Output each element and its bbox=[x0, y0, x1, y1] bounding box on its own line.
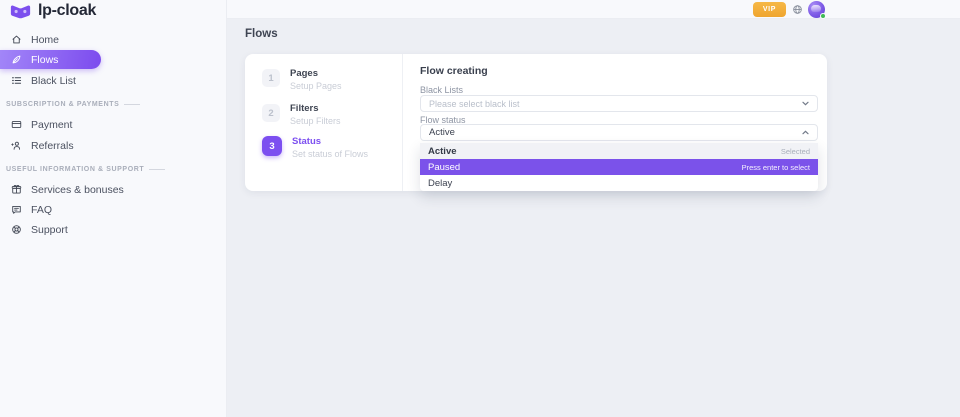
sidebar-item-home[interactable]: Home bbox=[0, 32, 200, 47]
flow-status-select[interactable]: Active bbox=[420, 124, 818, 141]
credit-card-icon bbox=[11, 119, 22, 130]
step-subtitle: Setup Pages bbox=[290, 81, 342, 91]
language-globe-button[interactable] bbox=[791, 4, 803, 16]
step-number: 3 bbox=[262, 136, 282, 156]
page-title: Flows bbox=[245, 28, 278, 40]
sidebar-section-subscription: SUBSCRIPTION & PAYMENTS bbox=[6, 101, 140, 108]
flow-status-dropdown: Active Selected Paused Press enter to se… bbox=[420, 143, 818, 191]
step-number: 2 bbox=[262, 104, 280, 122]
form-title: Flow creating bbox=[420, 65, 488, 77]
sidebar-section-support: USEFUL INFORMATION & SUPPORT bbox=[6, 166, 165, 173]
top-bar-actions: VIP bbox=[753, 1, 825, 18]
step-subtitle: Setup Filters bbox=[290, 116, 341, 126]
mask-icon bbox=[10, 4, 31, 19]
wizard-step-filters[interactable]: 2 Filters Setup Filters bbox=[262, 103, 341, 126]
lifebuoy-icon bbox=[11, 224, 22, 235]
step-number: 1 bbox=[262, 69, 280, 87]
option-label: Paused bbox=[428, 162, 460, 173]
wizard-step-status[interactable]: 3 Status Set status of Flows bbox=[262, 136, 368, 159]
sidebar-item-flows[interactable]: Flows bbox=[0, 50, 101, 69]
section-divider bbox=[124, 104, 140, 105]
user-avatar[interactable] bbox=[808, 1, 825, 18]
flow-creating-form: Flow creating Black Lists Please select … bbox=[420, 54, 818, 191]
sidebar-item-label: Services & bonuses bbox=[31, 184, 124, 196]
flow-status-value: Active bbox=[429, 127, 455, 138]
sidebar-item-label: Home bbox=[31, 34, 59, 46]
sidebar-item-referrals[interactable]: Referrals bbox=[0, 138, 200, 153]
card-divider bbox=[402, 54, 403, 191]
globe-icon bbox=[792, 4, 803, 15]
dropdown-option-active[interactable]: Active Selected bbox=[420, 143, 818, 159]
faq-icon bbox=[11, 204, 22, 215]
person-add-icon bbox=[11, 140, 22, 151]
sidebar-item-support[interactable]: Support bbox=[0, 222, 200, 237]
gift-icon bbox=[11, 184, 22, 195]
brand-name: lp-cloak bbox=[38, 2, 96, 20]
step-title: Pages bbox=[290, 68, 342, 79]
sidebar-item-label: Referrals bbox=[31, 140, 74, 152]
step-subtitle: Set status of Flows bbox=[292, 149, 368, 159]
option-hint: Press enter to select bbox=[742, 163, 810, 172]
dropdown-option-delay[interactable]: Delay bbox=[420, 175, 818, 191]
sidebar-item-label: Flows bbox=[31, 54, 58, 66]
top-bar: VIP bbox=[227, 0, 960, 19]
chevron-up-icon bbox=[802, 130, 809, 135]
sidebar-item-services-bonuses[interactable]: Services & bonuses bbox=[0, 182, 200, 197]
wizard-step-pages[interactable]: 1 Pages Setup Pages bbox=[262, 68, 342, 91]
section-divider bbox=[149, 169, 165, 170]
dropdown-option-paused[interactable]: Paused Press enter to select bbox=[420, 159, 818, 175]
black-lists-placeholder: Please select black list bbox=[429, 99, 520, 109]
feather-icon bbox=[11, 54, 22, 65]
sidebar-item-faq[interactable]: FAQ bbox=[0, 202, 200, 217]
option-label: Active bbox=[428, 146, 457, 157]
sidebar-item-label: FAQ bbox=[31, 204, 52, 216]
brand-logo[interactable]: lp-cloak bbox=[10, 2, 96, 20]
flow-creating-card: 1 Pages Setup Pages 2 Filters Setup Filt… bbox=[245, 54, 827, 191]
sidebar-item-label: Black List bbox=[31, 75, 76, 87]
chevron-down-icon bbox=[802, 101, 809, 106]
sidebar-item-label: Support bbox=[31, 224, 68, 236]
option-label: Delay bbox=[428, 178, 452, 189]
option-hint: Selected bbox=[781, 147, 810, 156]
sidebar-item-payment[interactable]: Payment bbox=[0, 117, 200, 132]
online-status-dot bbox=[820, 13, 826, 19]
avatar-image bbox=[811, 5, 821, 12]
sidebar: lp-cloak Home Flows Black List SUBSCRIPT… bbox=[0, 0, 227, 417]
black-lists-select[interactable]: Please select black list bbox=[420, 95, 818, 112]
black-lists-label: Black Lists bbox=[420, 85, 463, 95]
step-title: Status bbox=[292, 136, 368, 147]
section-title-text: USEFUL INFORMATION & SUPPORT bbox=[6, 166, 144, 173]
section-title-text: SUBSCRIPTION & PAYMENTS bbox=[6, 101, 119, 108]
vip-button[interactable]: VIP bbox=[753, 2, 786, 17]
list-icon bbox=[11, 75, 22, 86]
sidebar-item-black-list[interactable]: Black List bbox=[0, 73, 200, 88]
sidebar-item-label: Payment bbox=[31, 119, 72, 131]
step-title: Filters bbox=[290, 103, 341, 114]
home-icon bbox=[11, 34, 22, 45]
